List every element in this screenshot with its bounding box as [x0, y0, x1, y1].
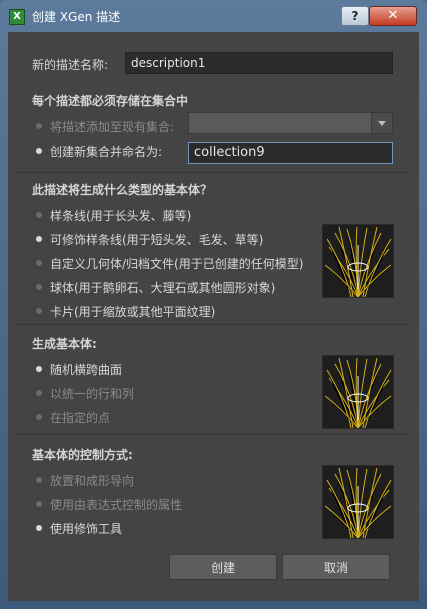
add-existing-label: 将描述添加至现有集合:	[50, 120, 175, 134]
generate-option-label: 以统一的行和列	[50, 387, 135, 401]
control-option-label: 放置和成形导向	[50, 474, 135, 488]
divider	[16, 172, 411, 173]
groom-tool-preview-image	[322, 465, 394, 539]
collection-heading: 每个描述都必须存储在集合中	[32, 94, 189, 108]
create-button[interactable]: 创建	[169, 554, 277, 580]
new-collection-input[interactable]: collection9	[188, 142, 393, 164]
add-existing-radio[interactable]	[36, 123, 42, 129]
dropdown-arrow-icon[interactable]	[371, 113, 392, 133]
create-new-radio[interactable]	[36, 148, 42, 154]
create-new-label: 创建新集合并命名为:	[50, 145, 163, 159]
grass-strands-icon	[324, 357, 392, 428]
generate-option-radio-1[interactable]	[36, 390, 42, 396]
xgen-app-icon: X	[9, 9, 25, 25]
control-option-radio-0[interactable]	[36, 477, 42, 483]
title-bar[interactable]: X 创建 XGen 描述 ? ✕	[0, 0, 427, 32]
groomable-splines-preview-image	[322, 224, 394, 298]
grass-strands-icon	[324, 226, 392, 297]
generate-option-radio-0[interactable]	[36, 366, 42, 372]
window-title: 创建 XGen 描述	[32, 10, 121, 24]
generate-option-radio-2[interactable]	[36, 414, 42, 420]
primitive-option-label: 自定义几何体/归档文件(用于已创建的任何模型)	[50, 257, 304, 271]
primitive-option-label: 可修饰样条线(用于短头发、毛发、草等)	[50, 233, 264, 247]
primitive-option-radio-2[interactable]	[36, 260, 42, 266]
description-name-label: 新的描述名称:	[32, 58, 109, 72]
primitive-type-heading: 此描述将生成什么类型的基本体？	[32, 183, 213, 197]
control-heading: 基本体的控制方式:	[32, 448, 133, 462]
primitive-option-radio-0[interactable]	[36, 212, 42, 218]
grass-strands-icon	[324, 467, 392, 538]
existing-collection-dropdown[interactable]	[188, 112, 393, 134]
control-option-label: 使用修饰工具	[50, 522, 123, 536]
generate-option-label: 随机横跨曲面	[50, 363, 123, 377]
control-option-radio-1[interactable]	[36, 501, 42, 507]
dialog-window: X 创建 XGen 描述 ? ✕ 新的描述名称: description1 每个…	[0, 0, 427, 609]
divider	[16, 434, 411, 435]
description-name-input[interactable]: description1	[125, 52, 393, 74]
control-option-label: 使用由表达式控制的属性	[50, 498, 183, 512]
primitive-option-radio-4[interactable]	[36, 308, 42, 314]
primitive-option-label: 球体(用于鹅卵石、大理石或其他圆形对象)	[50, 281, 276, 295]
divider	[16, 324, 411, 325]
cancel-button[interactable]: 取消	[282, 554, 390, 580]
primitive-option-label: 样条线(用于长头发、藤等)	[50, 209, 192, 223]
primitive-option-label: 卡片(用于缩放或其他平面纹理)	[50, 305, 216, 319]
generate-option-label: 在指定的点	[50, 411, 111, 425]
primitive-option-radio-3[interactable]	[36, 284, 42, 290]
control-option-radio-2[interactable]	[36, 525, 42, 531]
random-surface-preview-image	[322, 355, 394, 429]
help-button[interactable]: ?	[341, 6, 369, 26]
close-button[interactable]: ✕	[369, 6, 417, 26]
primitive-option-radio-1[interactable]	[36, 236, 42, 242]
generate-heading: 生成基本体:	[32, 337, 97, 351]
dialog-body: 新的描述名称: description1 每个描述都必须存储在集合中 将描述添加…	[8, 32, 419, 601]
